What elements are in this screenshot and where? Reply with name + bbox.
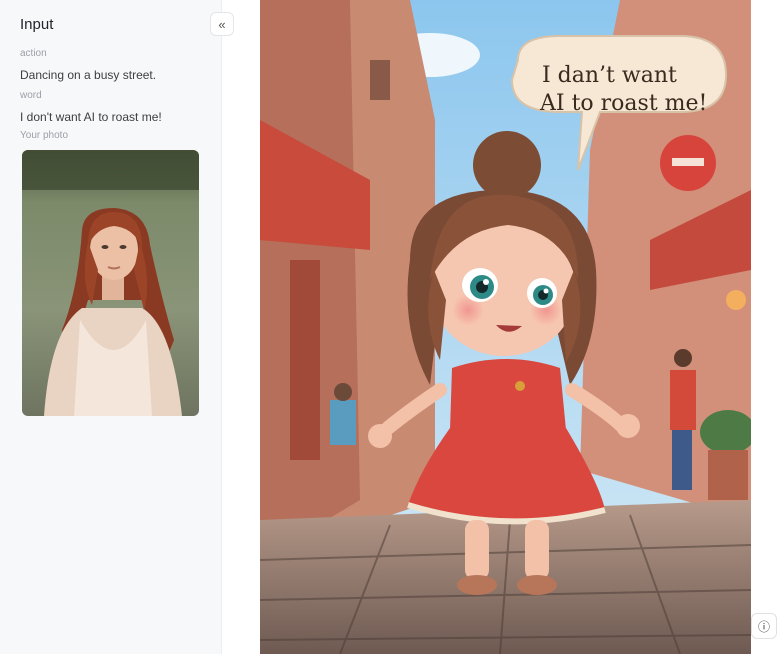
info-button[interactable]: ⓘ [751, 613, 777, 639]
collapse-sidebar-button[interactable]: « [210, 12, 234, 36]
speech-line-2: AI to roast me! [539, 91, 707, 116]
action-value: Dancing on a busy street. [20, 68, 157, 82]
word-value: I don't want AI to roast me! [20, 110, 162, 124]
right-margin [751, 0, 782, 654]
double-chevron-left-icon: « [218, 16, 226, 32]
speech-line-1: I dan’t want [542, 63, 677, 88]
photo-label: Your photo [20, 130, 69, 141]
result-illustration: I dan’t want AI to roast me! [260, 0, 751, 654]
sidebar-title: Input [20, 16, 54, 33]
info-icon: ⓘ [757, 619, 770, 634]
user-photo-image [22, 150, 199, 416]
action-label: action [20, 48, 47, 59]
input-sidebar: Input action Dancing on a busy street. w… [0, 0, 222, 654]
result-image: I dan’t want AI to roast me! [260, 0, 751, 654]
user-photo[interactable] [22, 150, 199, 416]
word-label: word [20, 90, 42, 101]
